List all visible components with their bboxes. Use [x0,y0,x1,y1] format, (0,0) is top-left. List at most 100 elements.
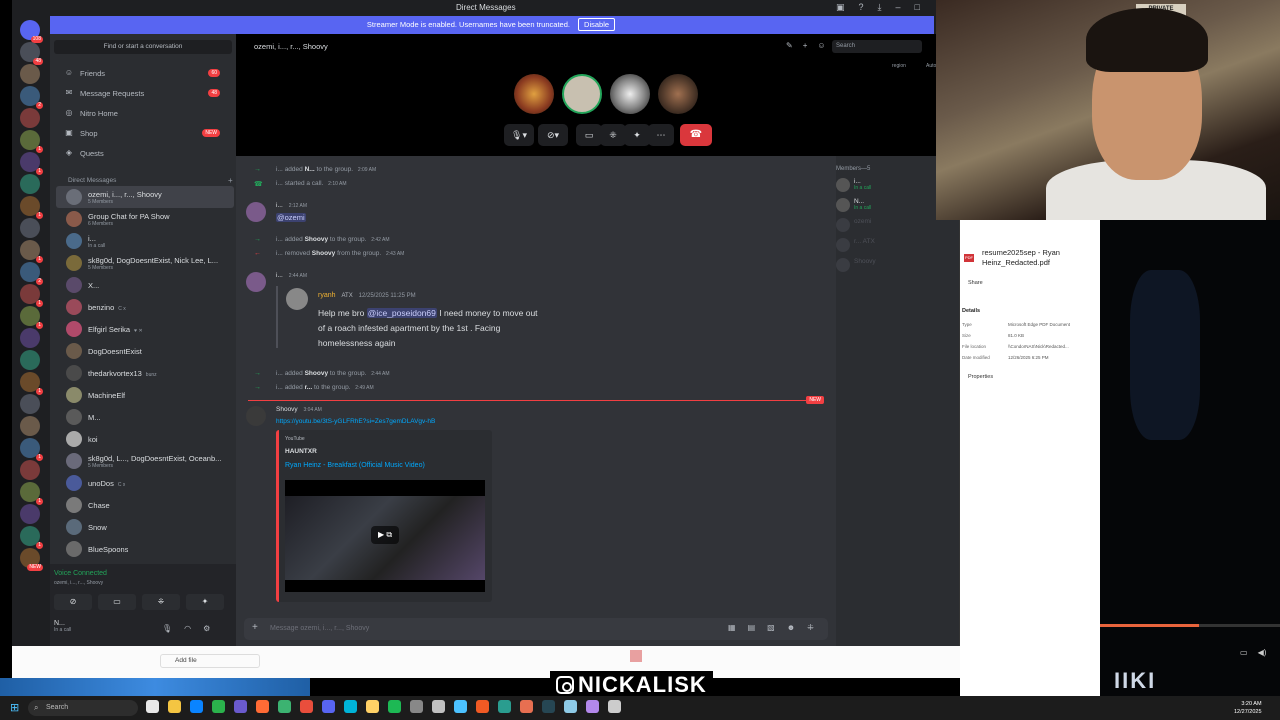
download-icon[interactable]: ⤓ [878,2,882,13]
dm-item[interactable]: unoDos C x [56,472,234,494]
windows-start-icon[interactable]: ⊞ [10,701,19,714]
taskbar-app-icon[interactable] [300,700,313,713]
nav-item[interactable]: ▣ Shop NEW [56,124,228,142]
call-participant-avatar[interactable] [658,74,698,114]
system-target[interactable]: N... [305,166,315,173]
dm-item[interactable]: DogDoesntExist [56,340,234,362]
server-icon[interactable]: 1 [20,306,43,329]
play-icon[interactable]: ▶ ⧉ [371,526,399,544]
sticker-icon[interactable]: ▧ [767,623,775,632]
server-icon[interactable]: 1 [20,240,43,263]
avatar[interactable] [246,272,266,292]
member-item[interactable]: Shoovy [836,258,876,272]
activity-button[interactable]: ⁜ [600,124,626,146]
nav-item[interactable]: ☺ Friends 60 [56,64,228,82]
disable-streamer-mode-button[interactable]: Disable [578,18,616,31]
server-icon[interactable]: 1 [20,526,43,549]
system-target[interactable]: r... [305,384,313,391]
headphones-icon[interactable]: ◠ [184,624,191,633]
taskbar-app-icon[interactable] [168,700,181,713]
properties-button[interactable]: Properties [968,374,993,380]
message-author[interactable]: i... [276,272,283,279]
find-conversation-input[interactable]: Find or start a conversation [54,40,232,54]
gift-icon[interactable]: ▦ [728,623,736,632]
dm-item[interactable]: benzino C x [56,296,234,318]
taskbar-app-icon[interactable] [454,700,467,713]
server-icon[interactable] [20,350,40,370]
taskbar-app-icon[interactable] [146,700,159,713]
embed-author[interactable]: HAUNTXR [285,448,317,455]
subtitles-icon[interactable]: ▭ [1240,648,1248,657]
server-icon[interactable]: 48 [20,42,43,65]
member-item[interactable]: i... In a call [836,178,871,192]
nav-item[interactable]: ✉ Message Requests 48 [56,84,228,102]
apps-icon[interactable]: ⁜ [807,623,814,632]
nav-item[interactable]: ◈ Quests [56,144,228,162]
taskbar-app-icon[interactable] [234,700,247,713]
taskbar-app-icon[interactable] [212,700,225,713]
volume-icon[interactable]: ◀) [1258,648,1267,657]
member-item[interactable]: r... ATX [836,238,875,252]
system-actor[interactable]: i... [276,180,283,187]
inbox-icon[interactable]: ▣ [836,2,845,13]
call-participant-avatar[interactable] [514,74,554,114]
server-icon[interactable] [20,218,40,238]
server-icon[interactable] [20,460,40,480]
share-button[interactable]: Share [968,280,983,286]
microphone-icon[interactable]: 🎙 [162,624,172,633]
server-icon[interactable] [20,64,40,84]
mute-button[interactable]: 🎙▾ [504,124,534,146]
nav-item[interactable]: ◎ Nitro Home [56,104,228,122]
video-progress-bar[interactable] [1100,624,1280,627]
taskbar-app-icon[interactable] [542,700,555,713]
dm-item[interactable]: i... In a call [56,230,234,252]
dm-item[interactable]: Group Chat for PA Show 6 Members [56,208,234,230]
taskbar-app-icon[interactable] [498,700,511,713]
system-actor[interactable]: i... [276,236,283,243]
server-icon[interactable] [20,504,40,524]
avatar[interactable] [286,288,308,310]
taskbar-clock[interactable]: 3:20 AM 12/27/2025 [1234,700,1262,716]
pin-icon[interactable]: ✎ [786,41,793,50]
create-dm-icon[interactable]: + [228,176,233,185]
server-icon[interactable] [20,394,40,414]
taskbar-app-icon[interactable] [608,700,621,713]
taskbar-app-icon[interactable] [322,700,335,713]
youtube-link[interactable]: https://youtu.be/3tS-yGLFRhE?si=Zes7gemD… [276,418,435,425]
more-options-button[interactable]: ⋯ [648,124,674,146]
server-icon[interactable]: 2 [20,86,43,109]
server-icon[interactable] [20,416,40,436]
voice-connected-status[interactable]: Voice Connected [54,570,107,577]
add-file-button[interactable]: Add file [160,654,260,668]
help-icon[interactable]: ? [859,2,864,13]
dm-item[interactable]: M... [56,406,234,428]
user-mention[interactable]: @ozemi [276,213,306,222]
server-icon[interactable] [20,174,40,194]
message-author[interactable]: i... [276,202,283,209]
message-author[interactable]: Shoovy [276,406,298,413]
member-item[interactable]: N... In a call [836,198,871,212]
soundboard-button[interactable]: ✦ [186,594,224,610]
taskbar-app-icon[interactable] [344,700,357,713]
taskbar-app-icon[interactable] [564,700,577,713]
forwarded-message[interactable]: ryanh ATX 12/25/2025 11:25 PM Help me br… [276,286,538,348]
server-icon[interactable]: 1 [20,372,43,395]
server-icon[interactable] [20,108,40,128]
dm-item[interactable]: Elfgirl Serika ♥ ✕ [56,318,234,340]
system-actor[interactable]: i... [276,166,283,173]
screen-share-button[interactable]: ▭ [98,594,136,610]
taskbar-app-icon[interactable] [410,700,423,713]
embed-title[interactable]: Ryan Heinz - Breakfast (Official Music V… [285,462,425,469]
dm-item[interactable]: ozemi, i..., r..., Shoovy 5 Members [56,186,234,208]
taskbar-search[interactable]: ⌕ Search [28,700,138,716]
server-icon[interactable]: 1 [20,196,43,219]
disconnect-button[interactable]: ☎ [680,124,712,146]
server-icon[interactable]: 1 [20,284,43,307]
home-button[interactable]: 108 [20,20,43,43]
user-mention[interactable]: @ice_poseidon69 [366,308,437,318]
call-participant-avatar[interactable] [610,74,650,114]
members-icon[interactable]: ☺ [817,41,825,50]
maximize-icon[interactable]: □ [915,2,920,13]
server-icon[interactable]: 1 [20,130,43,153]
settings-icon[interactable]: ⚙ [203,624,210,633]
